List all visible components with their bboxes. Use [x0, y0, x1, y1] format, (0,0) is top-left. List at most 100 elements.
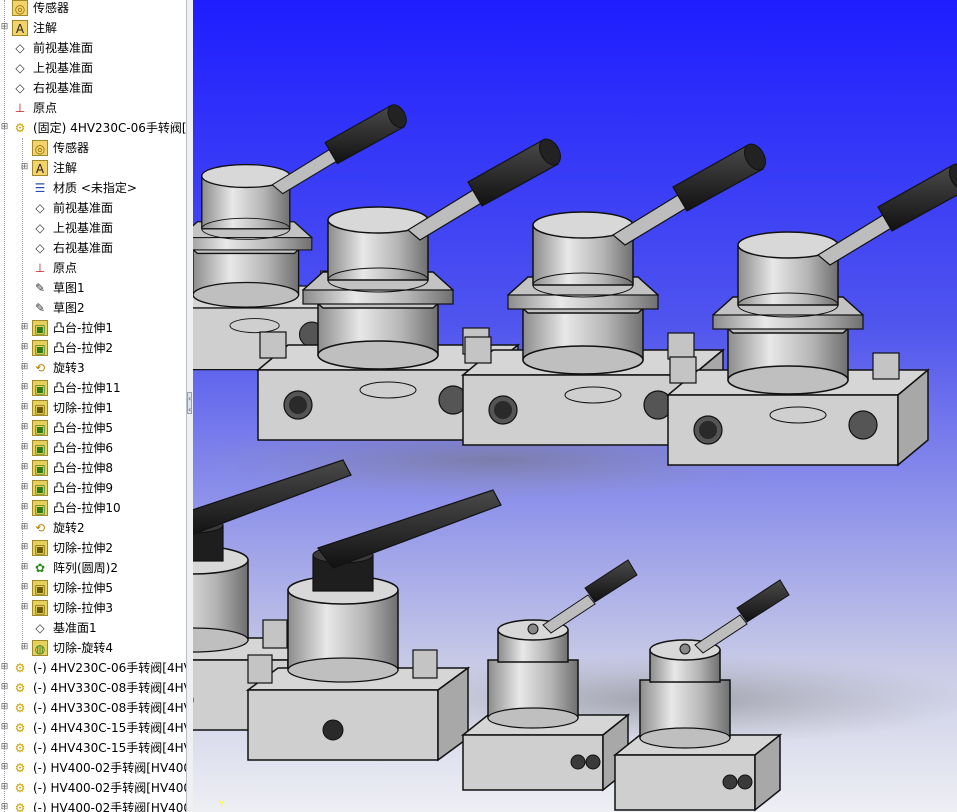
- tree-item[interactable]: ◎ 传感器: [0, 138, 186, 158]
- boss-extrude-icon: ▣: [32, 440, 48, 456]
- tree-item[interactable]: ⊞ ▣ 凸台-拉伸1: [0, 318, 186, 338]
- tree-item[interactable]: ⊞ ⚙ (-) HV400-02手转阀[HV400: [0, 778, 186, 798]
- expand-plus-icon[interactable]: ⊞: [0, 23, 9, 32]
- expand-plus-icon[interactable]: ⊞: [20, 383, 29, 392]
- tree-item[interactable]: ⊞ ⚙ (固定) 4HV230C-06手转阀[4: [0, 118, 186, 138]
- tree-item[interactable]: ⊞ ⚙ (-) 4HV230C-06手转阀[4HV: [0, 658, 186, 678]
- expand-plus-icon[interactable]: ⊞: [20, 403, 29, 412]
- tree-item-label: 右视基准面: [53, 241, 114, 255]
- tree-item[interactable]: ✎ 草图1: [0, 278, 186, 298]
- expand-plus-icon[interactable]: ⊞: [20, 543, 29, 552]
- expand-plus-icon[interactable]: ⊞: [0, 683, 9, 692]
- tree-item-label: (-) HV400-02手转阀[HV400: [33, 781, 187, 795]
- tree-item[interactable]: ⊞ ▣ 切除-拉伸3: [0, 598, 186, 618]
- expand-plus-icon[interactable]: ⊞: [20, 503, 29, 512]
- expand-plus-icon[interactable]: ⊞: [0, 743, 9, 752]
- tree-item[interactable]: ⊞ ⚙ (-) 4HV330C-08手转阀[4HV: [0, 678, 186, 698]
- tree-item[interactable]: ⊞ ⚙ (-) 4HV330C-08手转阀[4HV: [0, 698, 186, 718]
- tree-item[interactable]: ⊞ ✿ 阵列(圆周)2: [0, 558, 186, 578]
- tree-item[interactable]: ⊞ ▣ 凸台-拉伸10: [0, 498, 186, 518]
- plane-icon: ◇: [15, 81, 25, 95]
- expand-plus-icon[interactable]: ⊞: [0, 803, 9, 812]
- annotation-icon: A: [12, 20, 28, 36]
- expand-plus-icon[interactable]: ⊞: [20, 483, 29, 492]
- tree-item-label: 切除-拉伸2: [53, 541, 113, 555]
- part-icon: ⚙: [14, 781, 26, 795]
- tree-item-label: 草图2: [53, 301, 85, 315]
- expand-plus-icon[interactable]: ⊞: [20, 163, 29, 172]
- tree-item[interactable]: ⊞ ▣ 切除-拉伸1: [0, 398, 186, 418]
- tree-item[interactable]: ⊞ A 注解: [0, 18, 186, 38]
- tree-item[interactable]: ⊞ ⚙ (-) 4HV430C-15手转阀[4HV: [0, 738, 186, 758]
- tree-item[interactable]: ◇ 前视基准面: [0, 38, 186, 58]
- expand-plus-icon[interactable]: ⊞: [0, 763, 9, 772]
- tree-item-label: (-) 4HV330C-08手转阀[4HV: [33, 681, 187, 695]
- tree-item[interactable]: ⊞ ▣ 凸台-拉伸5: [0, 418, 186, 438]
- tree-item-label: 凸台-拉伸6: [53, 441, 113, 455]
- boss-extrude-icon: ▣: [32, 420, 48, 436]
- expand-plus-icon[interactable]: ⊞: [20, 463, 29, 472]
- expand-plus-icon[interactable]: ⊞: [20, 563, 29, 572]
- tree-item[interactable]: ◇ 基准面1: [0, 618, 186, 638]
- tree-item-label: 旋转3: [53, 361, 85, 375]
- tree-item[interactable]: ◇ 上视基准面: [0, 58, 186, 78]
- tree-item[interactable]: ⊞ ▣ 凸台-拉伸9: [0, 478, 186, 498]
- part-icon: ⚙: [14, 761, 26, 775]
- expand-plus-icon[interactable]: ⊞: [20, 323, 29, 332]
- tree-item[interactable]: ⊞ ▣ 凸台-拉伸8: [0, 458, 186, 478]
- plane-icon: ◇: [15, 41, 25, 55]
- expand-plus-icon[interactable]: ⊞: [20, 603, 29, 612]
- tree-item[interactable]: ⊥ 原点: [0, 98, 186, 118]
- expand-plus-icon[interactable]: ⊞: [0, 723, 9, 732]
- tree-item[interactable]: ⊞ ▣ 凸台-拉伸11: [0, 378, 186, 398]
- tree-item[interactable]: ⊥ 原点: [0, 258, 186, 278]
- tree-item[interactable]: ⊞ ⟲ 旋转3: [0, 358, 186, 378]
- tree-item-label: 前视基准面: [33, 41, 94, 55]
- expand-plus-icon[interactable]: ⊞: [0, 123, 9, 132]
- tree-item[interactable]: ☰ 材质 <未指定>: [0, 178, 186, 198]
- tree-item[interactable]: ⊞ ⟲ 旋转2: [0, 518, 186, 538]
- boss-extrude-icon: ▣: [32, 340, 48, 356]
- expand-plus-icon[interactable]: ⊞: [0, 663, 9, 672]
- sensor-icon: ◎: [32, 140, 48, 156]
- expand-plus-icon[interactable]: ⊞: [20, 343, 29, 352]
- tree-item[interactable]: ⊞ ⚙ (-) 4HV430C-15手转阀[4HV: [0, 718, 186, 738]
- plane-icon: ◇: [35, 201, 45, 215]
- part-icon: ⚙: [14, 721, 26, 735]
- tree-item[interactable]: ⊞ ▣ 凸台-拉伸6: [0, 438, 186, 458]
- feature-manager-tree[interactable]: ◎ 传感器 ⊞ A 注解 ◇ 前视基准面 ◇ 上视基准面 ◇ 右视基准面 ⊥ 原点 ⊞ ⚙ (固定) 4HV2…: [0, 0, 187, 812]
- tree-item[interactable]: ⊞ ▣ 切除-拉伸2: [0, 538, 186, 558]
- tree-item[interactable]: ◎ 传感器: [0, 0, 186, 18]
- part-icon: ⚙: [14, 801, 26, 812]
- tree-item[interactable]: ◇ 右视基准面: [0, 78, 186, 98]
- expand-plus-icon[interactable]: ⊞: [0, 703, 9, 712]
- tree-item[interactable]: ◇ 上视基准面: [0, 218, 186, 238]
- expand-plus-icon[interactable]: ⊞: [0, 783, 9, 792]
- expand-plus-icon[interactable]: ⊞: [20, 583, 29, 592]
- expand-plus-icon[interactable]: ⊞: [20, 423, 29, 432]
- tree-item[interactable]: ⊞ ⚙ (-) HV400-02手转阀[HV400: [0, 798, 186, 812]
- tree-item[interactable]: ⊞ ▣ 凸台-拉伸2: [0, 338, 186, 358]
- tree-item[interactable]: ✎ 草图2: [0, 298, 186, 318]
- tree-item[interactable]: ⊞ A 注解: [0, 158, 186, 178]
- expand-plus-icon[interactable]: ⊞: [20, 443, 29, 452]
- tree-item[interactable]: ⊞ ▣ 切除-拉伸5: [0, 578, 186, 598]
- tree-item[interactable]: ⊞ ⚙ (-) HV400-02手转阀[HV400: [0, 758, 186, 778]
- revolve-icon: ⟲: [34, 361, 46, 375]
- tree-item-label: (-) 4HV230C-06手转阀[4HV: [33, 661, 187, 675]
- axis-triad-label: Y: [219, 800, 225, 810]
- tree-item[interactable]: ◇ 右视基准面: [0, 238, 186, 258]
- tree-item[interactable]: ⊞ ◍ 切除-旋转4: [0, 638, 186, 658]
- tree-item-label: 注解: [33, 21, 58, 35]
- graphics-viewport[interactable]: Y: [193, 0, 957, 812]
- plane-icon: ◇: [35, 241, 45, 255]
- valve-model-4[interactable]: [667, 159, 957, 466]
- expand-plus-icon[interactable]: ⊞: [20, 363, 29, 372]
- tree-item-label: 材质 <未指定>: [53, 181, 137, 195]
- cut-revolve-icon: ◍: [32, 640, 48, 656]
- collapse-panel-arrow-icon[interactable]: ‹ ‹: [187, 392, 192, 414]
- tree-item[interactable]: ◇ 前视基准面: [0, 198, 186, 218]
- expand-plus-icon[interactable]: ⊞: [20, 523, 29, 532]
- tree-item-label: (-) HV400-02手转阀[HV400: [33, 801, 187, 812]
- expand-plus-icon[interactable]: ⊞: [20, 643, 29, 652]
